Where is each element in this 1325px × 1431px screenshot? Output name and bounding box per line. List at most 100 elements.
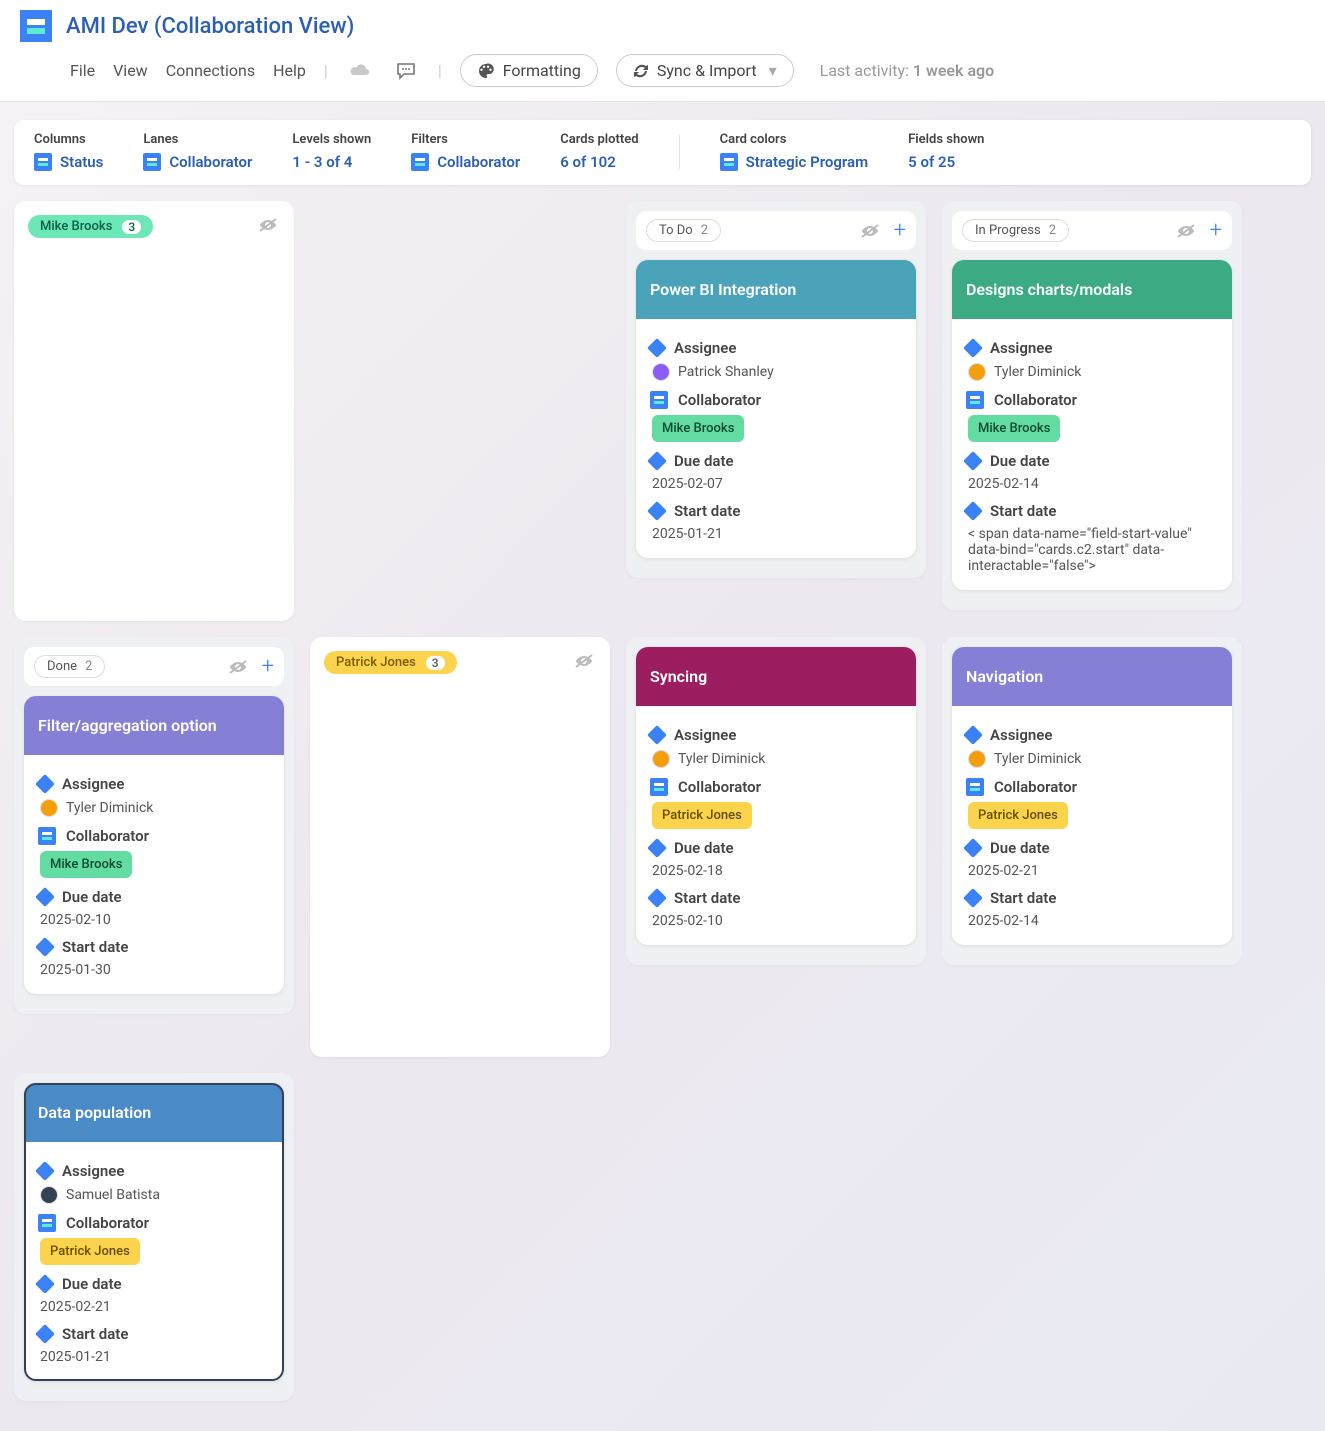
card-power-bi-integration[interactable]: Power BI Integration Assignee Patrick Sh… [636,260,916,558]
card-syncing[interactable]: Syncing Assignee Tyler Diminick Collabora… [636,647,916,945]
column-done-header: Done 2 + [24,647,284,686]
collaborator-icon [650,778,668,796]
field-start-label: Start date [990,502,1056,520]
field-due-label: Due date [62,1275,122,1293]
menu-file[interactable]: File [70,61,95,80]
field-due-value: 2025-02-07 [652,476,723,492]
filter-icon [411,153,429,171]
cfg-filters[interactable]: Filters Collaborator [411,132,520,171]
collaborator-icon [38,1214,56,1232]
field-due-label: Due date [674,839,734,857]
hide-icon[interactable] [258,217,278,233]
cfg-columns[interactable]: Columns Status [34,132,103,171]
card-data-population[interactable]: Data population AssigneeSamuel Batista C… [24,1083,284,1381]
field-assignee-value: Tyler Diminick [994,364,1081,380]
palette-icon [477,63,495,79]
field-collaborator-label: Collaborator [678,391,761,409]
diamond-icon [35,774,55,794]
avatar [652,363,670,381]
config-bar: Columns Status Lanes Collaborator Levels… [14,120,1311,185]
field-start-label: Start date [990,889,1056,907]
hide-icon[interactable] [860,223,880,239]
diamond-icon [35,1274,55,1294]
column-inprogress-row2: Navigation AssigneeTyler Diminick Collab… [942,637,1242,965]
field-assignee-label: Assignee [674,726,736,744]
field-assignee-value: Tyler Diminick [678,751,765,767]
card-title: Data population [24,1083,284,1142]
card-filter-aggregation-option[interactable]: Filter/aggregation option Assignee Tyler … [24,696,284,994]
hide-icon[interactable] [1176,223,1196,239]
cfg-columns-label: Columns [34,132,103,147]
column-todo-header: To Do 2 + [636,211,916,250]
field-start-label: Start date [62,938,128,956]
avatar [40,1186,58,1204]
add-card-button[interactable]: + [894,220,906,242]
lane-patrick-jones: Patrick Jones 3 [310,637,610,1057]
card-designs-charts-modals[interactable]: Designs charts/modals AssigneeTyler Dimi… [952,260,1232,590]
lane-count: 3 [426,656,445,670]
field-due-label: Due date [674,452,734,470]
chevron-down-icon: ▾ [769,61,777,80]
last-activity-value: 1 week ago [913,61,994,80]
diamond-icon [647,451,667,471]
field-start-value: 2025-01-21 [652,526,723,542]
cfg-lanes[interactable]: Lanes Collaborator [143,132,252,171]
cfg-levels-value: 1 - 3 of 4 [292,153,352,171]
diamond-icon [647,838,667,858]
lane-count: 3 [122,220,141,234]
add-card-button[interactable]: + [1210,220,1222,242]
menu-view[interactable]: View [113,61,148,80]
cloud-icon[interactable] [346,57,374,85]
field-assignee-value: Tyler Diminick [994,751,1081,767]
column-inprogress-header: In Progress 2 + [952,211,1232,250]
card-title: Syncing [636,647,916,706]
collaborator-chip: Patrick Jones [968,802,1068,829]
page-title: AMI Dev (Collaboration View) [66,14,354,39]
menu-connections[interactable]: Connections [166,61,255,80]
column-inprogress-chip[interactable]: In Progress 2 [962,219,1069,242]
cfg-fields[interactable]: Fields shown 5 of 25 [908,132,984,171]
field-assignee-value: Tyler Diminick [66,800,153,816]
comments-icon[interactable] [392,57,420,85]
field-start-value: 2025-02-10 [652,913,723,929]
hide-icon[interactable] [574,653,594,669]
card-title: Designs charts/modals [952,260,1232,319]
card-title: Filter/aggregation option [24,696,284,755]
hide-icon[interactable] [228,659,248,675]
add-card-button[interactable]: + [262,656,274,678]
card-title: Navigation [952,647,1232,706]
diamond-icon [35,1324,55,1344]
cfg-fields-label: Fields shown [908,132,984,147]
field-collaborator-label: Collaborator [66,1214,149,1232]
collaborator-icon [38,827,56,845]
field-due-label: Due date [62,888,122,906]
cfg-colors-label: Card colors [720,132,869,147]
formatting-button[interactable]: Formatting [460,54,598,87]
cfg-levels[interactable]: Levels shown 1 - 3 of 4 [292,132,371,171]
column-done-chip[interactable]: Done 2 [34,655,105,678]
column-done-row2: Data population AssigneeSamuel Batista C… [14,1073,294,1401]
column-inprogress: In Progress 2 + Designs charts/modals As… [942,201,1242,610]
menu-help[interactable]: Help [273,61,306,80]
sync-import-button[interactable]: Sync & Import ▾ [616,54,794,87]
cfg-cards[interactable]: Cards plotted 6 of 102 [560,132,638,171]
diamond-icon [647,888,667,908]
cfg-colors[interactable]: Card colors Strategic Program [720,132,869,171]
field-assignee-value: Samuel Batista [66,1187,160,1203]
color-icon [720,153,738,171]
field-assignee-label: Assignee [62,775,124,793]
field-start-label: Start date [674,502,740,520]
card-navigation[interactable]: Navigation AssigneeTyler Diminick Collab… [952,647,1232,945]
diamond-icon [35,887,55,907]
field-collaborator-label: Collaborator [994,391,1077,409]
avatar [40,799,58,817]
field-due-value: 2025-02-21 [40,1299,111,1315]
collaborator-chip: Mike Brooks [968,415,1060,442]
field-collaborator-label: Collaborator [678,778,761,796]
refresh-icon [633,63,649,79]
column-todo-chip[interactable]: To Do 2 [646,219,721,242]
lane-name: Mike Brooks [40,219,112,234]
lane-badge-patrick[interactable]: Patrick Jones 3 [324,651,457,674]
lane-badge-mike[interactable]: Mike Brooks 3 [28,215,153,238]
status-icon [34,153,52,171]
